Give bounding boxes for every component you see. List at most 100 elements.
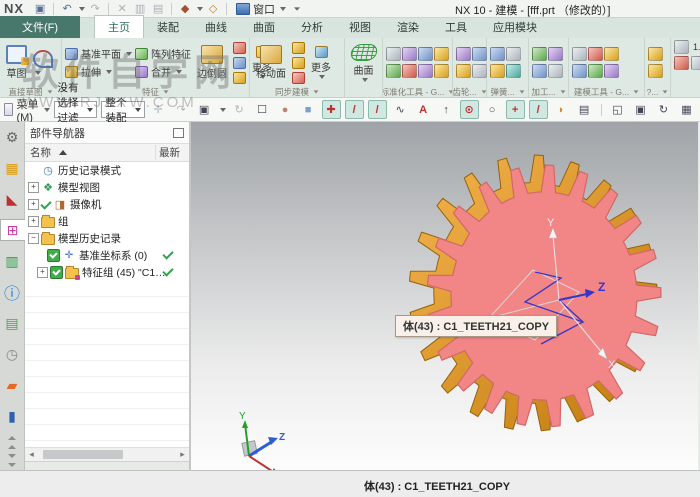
tree-row-groups[interactable]: + 组: [25, 213, 189, 230]
gear-model[interactable]: Y X Z Y Z X: [191, 122, 698, 470]
expander-icon[interactable]: +: [28, 216, 39, 227]
sketch-curve-caret[interactable]: [35, 71, 41, 75]
column-name[interactable]: 名称: [25, 145, 155, 160]
checkbox-checked-icon[interactable]: [47, 249, 60, 262]
feature-extra-icon-3[interactable]: [233, 72, 246, 84]
curve-point-icon[interactable]: ∿: [391, 100, 410, 119]
gear-tool-icon-3[interactable]: [456, 64, 471, 78]
datum-plane-button[interactable]: 基准平面: [65, 46, 132, 61]
point-on-curve-icon[interactable]: /: [529, 100, 548, 119]
assembly-navigator-icon[interactable]: ▦: [1, 157, 24, 179]
navigator-horizontal-scrollbar[interactable]: ◂ ▸: [25, 447, 189, 461]
mid-point-icon[interactable]: /: [368, 100, 387, 119]
window-menu-button[interactable]: 窗口: [232, 1, 290, 17]
sketch-curve-icon[interactable]: [33, 50, 53, 68]
sort-ascending-icon[interactable]: [59, 150, 67, 155]
machining-tool-icon-3[interactable]: [532, 64, 547, 78]
tab-file[interactable]: 文件(F): [0, 16, 80, 38]
scroll-up-icon[interactable]: [8, 445, 16, 449]
expander-icon[interactable]: −: [28, 233, 39, 244]
tab-view[interactable]: 视图: [336, 16, 384, 38]
bounded-plane-icon[interactable]: ▤: [575, 100, 594, 119]
spring-tool-icon-4[interactable]: [506, 64, 521, 78]
window-cascade-icon[interactable]: ◱: [608, 100, 627, 119]
std-tool-icon-4[interactable]: [434, 47, 449, 61]
tab-application[interactable]: 应用模块: [480, 16, 550, 38]
point-on-surface-icon[interactable]: ◗: [552, 100, 571, 119]
undo-icon[interactable]: ↶: [59, 1, 75, 16]
spring-tool-icon-3[interactable]: [490, 64, 505, 78]
templates-icon[interactable]: ▮: [1, 405, 24, 427]
std-tool-icon-1[interactable]: [386, 47, 401, 61]
end-point-icon[interactable]: /: [345, 100, 364, 119]
existing-point-icon[interactable]: ○: [483, 100, 502, 119]
sketch-button[interactable]: 草图: [3, 44, 30, 81]
scroll-down-icon[interactable]: [8, 463, 16, 467]
solid-body-icon[interactable]: ■: [299, 100, 318, 119]
scroll-down-icon[interactable]: [8, 454, 16, 458]
touch-select-icon[interactable]: ✛: [149, 100, 168, 119]
scroll-right-icon[interactable]: ▸: [176, 449, 189, 460]
sync-more-button[interactable]: 更多: [308, 45, 334, 80]
save-icon[interactable]: ▣: [32, 1, 48, 16]
scrollbar-thumb[interactable]: [43, 450, 123, 459]
quadrant-point-icon[interactable]: ⊙: [460, 100, 479, 119]
group-caret[interactable]: [47, 90, 52, 93]
edge-blend-button[interactable]: 边倒圆: [194, 44, 230, 81]
constraint-navigator-icon[interactable]: ◣: [1, 188, 24, 210]
scroll-up-icon[interactable]: [8, 436, 16, 440]
tab-curve[interactable]: 曲线: [192, 16, 240, 38]
machining-tool-icon-4[interactable]: [548, 64, 563, 78]
redo-icon[interactable]: ↷: [87, 1, 103, 16]
tree-row-cameras[interactable]: + ◨ 摄像机: [25, 196, 189, 213]
repeat-command-icon[interactable]: ◆: [177, 1, 193, 16]
modeling-tool-icon-3[interactable]: [604, 47, 619, 61]
history-palette-icon[interactable]: ▤: [1, 312, 24, 334]
modeling-tool-icon-5[interactable]: [588, 64, 603, 78]
checkbox-checked-icon[interactable]: [50, 266, 63, 279]
misc-tool-icon-1[interactable]: [648, 47, 663, 61]
tab-home[interactable]: 主页: [94, 15, 144, 38]
menu-button[interactable]: 菜单(M): [4, 96, 50, 124]
expander-icon[interactable]: +: [28, 199, 39, 210]
snap-menu-icon[interactable]: ▣: [195, 100, 214, 119]
repeat-dropdown-caret[interactable]: [197, 7, 203, 11]
undock-icon[interactable]: [173, 128, 184, 138]
plus-point-icon[interactable]: +: [506, 100, 525, 119]
cut-icon[interactable]: ✕: [114, 1, 130, 16]
modeling-tool-icon-2[interactable]: [588, 47, 603, 61]
expander-icon[interactable]: +: [37, 267, 48, 278]
unite-button[interactable]: 合并: [135, 64, 191, 79]
paste-icon[interactable]: ▤: [150, 1, 166, 16]
machining-tool-icon-1[interactable]: [532, 47, 547, 61]
std-tool-icon-2[interactable]: [402, 47, 417, 61]
orient-view-icon[interactable]: ↻: [230, 100, 249, 119]
column-latest[interactable]: 最新: [155, 145, 189, 160]
tab-assemblies[interactable]: 装配: [144, 16, 192, 38]
tab-analysis[interactable]: 分析: [288, 16, 336, 38]
gear-tool-icon-2[interactable]: [472, 47, 487, 61]
spring-tool-icon-2[interactable]: [506, 47, 521, 61]
feature-extra-icon-1[interactable]: [233, 42, 246, 54]
system-clock-icon[interactable]: ◷: [1, 343, 24, 365]
extrude-button[interactable]: 拉伸: [65, 64, 132, 79]
display-dialog-icon[interactable]: ▣: [631, 100, 650, 119]
arc-center-icon[interactable]: ↑: [437, 100, 456, 119]
machining-tool-icon-2[interactable]: [548, 47, 563, 61]
work-section-icon[interactable]: ↷: [172, 100, 191, 119]
graphics-window[interactable]: Y X Z Y Z X 体(43) : C1_TEETH21_COPY: [191, 122, 698, 470]
hd3d-tools-icon[interactable]: ⓘ: [1, 281, 24, 303]
misc-tool-icon-2[interactable]: [648, 64, 663, 78]
sync-extra-icon-2[interactable]: [292, 57, 305, 69]
std-tool-icon-8[interactable]: [434, 64, 449, 78]
gear-tool-icon-1[interactable]: [456, 47, 471, 61]
grid-display-icon[interactable]: ▦: [677, 100, 696, 119]
snap-point-icon[interactable]: ✚: [322, 100, 341, 119]
feature-extra-icon-2[interactable]: [233, 57, 246, 69]
qat-customize-caret[interactable]: [294, 7, 300, 10]
part-navigator-icon[interactable]: ⊞: [0, 219, 25, 241]
spring-tool-icon-1[interactable]: [490, 47, 505, 61]
scrollbar-track[interactable]: [38, 449, 176, 460]
surface-button[interactable]: 曲面: [348, 43, 380, 83]
tree-row-history-mode[interactable]: ◷ 历史记录模式: [25, 162, 189, 179]
